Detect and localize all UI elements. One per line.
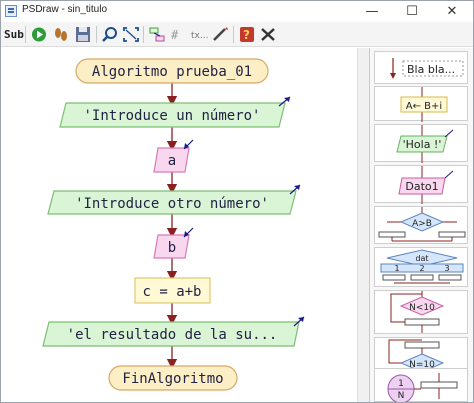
palette-switch[interactable]: dat 1 2 3	[374, 247, 468, 287]
step-button[interactable]	[51, 25, 71, 44]
edit-mode-button[interactable]	[210, 25, 230, 44]
output-block-3[interactable]: 'el resultado de la su...	[42, 316, 305, 347]
toolbar-separator	[233, 26, 234, 43]
palette-for-end: N	[398, 391, 405, 401]
input-block-a[interactable]: a	[153, 139, 194, 173]
toolbar: Sub # tx... ?	[1, 22, 473, 47]
palette-switch-case: 2	[419, 264, 424, 273]
svg-text:?: ?	[243, 28, 250, 42]
comments-button[interactable]: #	[168, 25, 188, 44]
input-a-label: a	[168, 153, 176, 169]
end-block[interactable]: FinAlgoritmo	[108, 365, 238, 391]
fit-view-button[interactable]	[121, 25, 141, 44]
text-icon: tx...	[191, 31, 208, 41]
assign-block[interactable]: c = a+b	[134, 277, 211, 304]
run-icon	[32, 27, 46, 42]
palette-while-label: N<10	[409, 303, 435, 313]
sub-button[interactable]: Sub	[4, 25, 24, 44]
title-bar: PSDraw - sin_titulo — ☐ ✕	[1, 1, 473, 22]
palette-switch-case: 1	[394, 264, 399, 273]
svg-text:#: #	[171, 28, 179, 42]
zoom-button[interactable]	[100, 25, 120, 44]
output-block-1[interactable]: 'Introduce un número'	[59, 96, 291, 128]
assign-label: c = a+b	[142, 284, 201, 300]
palette-comment[interactable]: Bla bla...	[374, 51, 468, 84]
toolbar-separator	[96, 26, 97, 43]
save-icon	[76, 27, 90, 42]
save-button[interactable]	[73, 25, 93, 44]
auto-arrange-button[interactable]	[147, 25, 167, 44]
start-block[interactable]: Algoritmo prueba_01	[75, 58, 269, 84]
palette-comment-label: Bla bla...	[407, 63, 455, 76]
input-block-b[interactable]: b	[153, 227, 194, 259]
palette-input[interactable]: Dato1	[374, 165, 468, 204]
pencil-icon	[213, 27, 228, 41]
help-icon: ?	[240, 27, 254, 42]
window-title: PSDraw - sin_titulo	[22, 4, 108, 15]
input-b-label: b	[168, 240, 176, 256]
close-button[interactable]: ✕	[437, 1, 467, 22]
run-button[interactable]	[29, 25, 49, 44]
palette-output-label: 'Hola !'	[403, 138, 442, 151]
palette-if[interactable]: A>B	[374, 206, 468, 244]
diagram-canvas[interactable]: Algoritmo prueba_01 'Introduce un número…	[1, 48, 357, 402]
fit-view-icon	[123, 27, 139, 42]
comment-icon: #	[171, 28, 179, 42]
toolbar-separator	[143, 26, 144, 43]
output-block-2[interactable]: 'Introduce otro número'	[47, 184, 301, 215]
palette-output[interactable]: 'Hola !'	[374, 124, 468, 163]
start-label: Algoritmo prueba_01	[92, 64, 252, 80]
palette-if-label: A>B	[412, 219, 432, 229]
maximize-button[interactable]: ☐	[397, 1, 427, 22]
palette-for[interactable]: 1 N	[374, 368, 468, 402]
end-label: FinAlgoritmo	[122, 371, 223, 387]
palette-while[interactable]: N<10	[374, 290, 468, 334]
output-3-label: 'el resultado de la su...	[67, 327, 278, 343]
palette-for-start: 1	[398, 379, 404, 389]
close-diagram-button[interactable]	[258, 25, 278, 44]
minimize-button[interactable]: —	[357, 1, 387, 22]
output-2-label: 'Introduce otro número'	[75, 196, 269, 212]
block-palette: Bla bla... A← B+i 'Hola !' Dato1 A>B dat…	[369, 48, 473, 402]
app-window: PSDraw - sin_titulo — ☐ ✕ Sub # tx... ? …	[0, 0, 474, 403]
output-1-label: 'Introduce un número'	[83, 108, 260, 124]
close-tool-icon	[261, 28, 275, 41]
svg-text:tx...: tx...	[191, 31, 208, 41]
palette-switch-label: dat	[415, 254, 428, 263]
zoom-icon	[102, 27, 117, 42]
palette-input-label: Dato1	[405, 180, 438, 193]
footprints-icon	[55, 28, 67, 41]
arrange-icon	[149, 27, 165, 42]
help-button[interactable]: ?	[237, 25, 257, 44]
toolbar-separator	[25, 26, 26, 43]
palette-switch-case: 3	[444, 264, 449, 273]
vertical-scrollbar[interactable]	[357, 48, 369, 402]
palette-assign[interactable]: A← B+i	[374, 86, 468, 122]
palette-assign-label: A← B+i	[406, 101, 442, 112]
app-icon	[5, 5, 17, 17]
text-mode-button[interactable]: tx...	[189, 25, 209, 44]
flowchart: Algoritmo prueba_01 'Introduce un número…	[42, 58, 305, 391]
